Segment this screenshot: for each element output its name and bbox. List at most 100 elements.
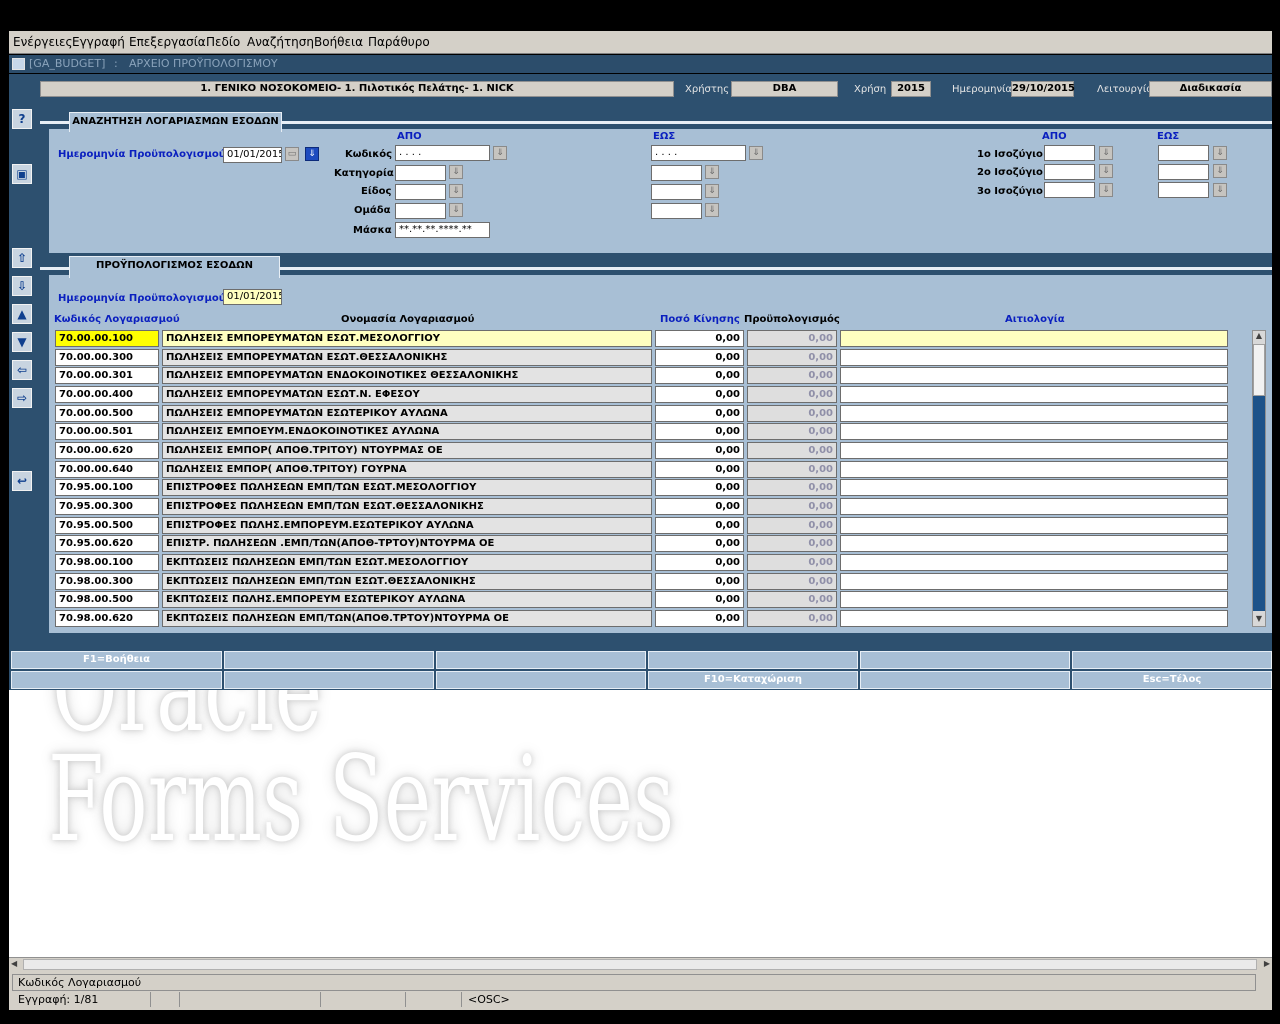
budget-cell[interactable]: 0,00 <box>747 591 837 608</box>
account-name-cell[interactable]: ΕΠΙΣΤΡΟΦΕΣ ΠΩΛΗΣ.ΕΜΠΟΡΕΥΜ.ΕΣΩΤΕΡΙΚΟΥ ΑΥΛ… <box>162 517 652 534</box>
account-name-cell[interactable]: ΠΩΛΗΣΕΙΣ ΕΜΠΟΡΕΥΜΑΤΩΝ ΕΝΔΟΚΟΙΝΟΤΙΚΕΣ ΘΕΣ… <box>162 367 652 384</box>
amount-cell[interactable]: 0,00 <box>655 498 744 515</box>
group-from-input[interactable] <box>395 203 446 219</box>
bal3-to-input[interactable] <box>1158 182 1209 198</box>
amount-cell[interactable]: 0,00 <box>655 573 744 590</box>
amount-cell[interactable]: 0,00 <box>655 442 744 459</box>
budget-date-input[interactable]: 01/01/2015 <box>223 289 282 305</box>
budget-cell[interactable]: 0,00 <box>747 461 837 478</box>
account-code-cell[interactable]: 70.00.00.620 <box>55 442 159 459</box>
mask-input[interactable]: **.**.**.****.** <box>395 222 490 238</box>
budget-cell[interactable]: 0,00 <box>747 479 837 496</box>
next-record-button[interactable]: ▼ <box>12 332 32 352</box>
fkey-empty-5[interactable] <box>1072 651 1272 669</box>
account-code-cell[interactable]: 70.00.00.501 <box>55 423 159 440</box>
fkey-empty-7[interactable] <box>224 671 434 689</box>
account-code-cell[interactable]: 70.00.00.500 <box>55 405 159 422</box>
bal3-to-lov[interactable]: ⇓ <box>1213 183 1227 197</box>
group-to-lov[interactable]: ⇓ <box>705 203 719 217</box>
description-cell[interactable] <box>840 349 1228 366</box>
category-from-input[interactable] <box>395 165 446 181</box>
amount-cell[interactable]: 0,00 <box>655 423 744 440</box>
account-code-cell[interactable]: 70.98.00.300 <box>55 573 159 590</box>
account-code-cell[interactable]: 70.98.00.620 <box>55 610 159 627</box>
account-name-cell[interactable]: ΠΩΛΗΣΕΙΣ ΕΜΠΟΡΕΥΜΑΤΩΝ ΕΣΩΤ.ΘΕΣΣΑΛΟΝΙΚΗΣ <box>162 349 652 366</box>
description-cell[interactable] <box>840 367 1228 384</box>
table-scrollbar[interactable]: ▲ ▼ <box>1252 330 1266 627</box>
budget-cell[interactable]: 0,00 <box>747 610 837 627</box>
account-name-cell[interactable]: ΠΩΛΗΣΕΙΣ ΕΜΠΟΡΕΥΜΑΤΩΝ ΕΣΩΤΕΡΙΚΟΥ ΑΥΛΩΝΑ <box>162 405 652 422</box>
description-cell[interactable] <box>840 423 1228 440</box>
amount-cell[interactable]: 0,00 <box>655 610 744 627</box>
account-name-cell[interactable]: ΠΩΛΗΣΕΙΣ ΕΜΠΟΡΕΥΜΑΤΩΝ ΕΣΩΤ.ΜΕΣΟΛΟΓΓΙΟΥ <box>162 330 652 347</box>
first-record-button[interactable]: ⇧ <box>12 248 32 268</box>
account-code-cell[interactable]: 70.00.00.100 <box>55 330 159 347</box>
f1-help-button[interactable]: F1=Βοήθεια <box>11 651 222 669</box>
fkey-empty-6[interactable] <box>11 671 222 689</box>
account-name-cell[interactable]: ΠΩΛΗΣΕΙΣ ΕΜΠΟΡΕΥΜΑΤΩΝ ΕΣΩΤ.Ν. ΕΦΕΣΟΥ <box>162 386 652 403</box>
account-code-cell[interactable]: 70.95.00.300 <box>55 498 159 515</box>
budget-cell[interactable]: 0,00 <box>747 535 837 552</box>
account-code-cell[interactable]: 70.95.00.100 <box>55 479 159 496</box>
budget-cell[interactable]: 0,00 <box>747 405 837 422</box>
category-to-lov[interactable]: ⇓ <box>705 165 719 179</box>
description-cell[interactable] <box>840 405 1228 422</box>
account-code-cell[interactable]: 70.98.00.500 <box>55 591 159 608</box>
tab-search[interactable]: ΑΝΑΖΗΤΗΣΗ ΛΟΓΑΡΙΑΣΜΩΝ ΕΣΟΔΩΝ <box>69 112 282 132</box>
description-cell[interactable] <box>840 498 1228 515</box>
menu-field[interactable]: Πεδίο <box>206 35 240 49</box>
code-to-lov[interactable]: ⇓ <box>749 146 763 160</box>
bal3-from-lov[interactable]: ⇓ <box>1099 183 1113 197</box>
calendar-button[interactable]: ▭ <box>285 147 299 161</box>
description-cell[interactable] <box>840 535 1228 552</box>
menu-search[interactable]: Αναζήτηση <box>247 35 314 49</box>
previous-block-button[interactable]: ⇦ <box>12 360 32 380</box>
bal2-from-input[interactable] <box>1044 164 1095 180</box>
amount-cell[interactable]: 0,00 <box>655 461 744 478</box>
budget-cell[interactable]: 0,00 <box>747 367 837 384</box>
budget-cell[interactable]: 0,00 <box>747 517 837 534</box>
amount-cell[interactable]: 0,00 <box>655 367 744 384</box>
fkey-empty-3[interactable] <box>648 651 858 669</box>
last-record-button[interactable]: ⇩ <box>12 276 32 296</box>
scroll-right-icon[interactable]: ▶ <box>1264 959 1270 968</box>
group-to-input[interactable] <box>651 203 702 219</box>
search-execute-button[interactable]: ⇓ <box>305 147 319 161</box>
bal2-to-input[interactable] <box>1158 164 1209 180</box>
description-cell[interactable] <box>840 573 1228 590</box>
scroll-down-icon[interactable]: ▼ <box>1253 614 1265 626</box>
horizontal-scrollbar[interactable]: ◀ ▶ <box>9 957 1272 971</box>
budget-cell[interactable]: 0,00 <box>747 442 837 459</box>
scroll-left-icon[interactable]: ◀ <box>11 959 17 968</box>
bal1-to-lov[interactable]: ⇓ <box>1213 146 1227 160</box>
save-button[interactable]: ▣ <box>12 164 32 184</box>
code-from-input[interactable]: . . . . <box>395 145 490 161</box>
amount-cell[interactable]: 0,00 <box>655 591 744 608</box>
code-from-lov[interactable]: ⇓ <box>493 146 507 160</box>
amount-cell[interactable]: 0,00 <box>655 517 744 534</box>
account-code-cell[interactable]: 70.00.00.640 <box>55 461 159 478</box>
category-to-input[interactable] <box>651 165 702 181</box>
bal2-from-lov[interactable]: ⇓ <box>1099 164 1113 178</box>
account-name-cell[interactable]: ΕΚΠΤΩΣΕΙΣ ΠΩΛΗΣΕΩΝ ΕΜΠ/ΤΩΝ ΕΣΩΤ.ΘΕΣΣΑΛΟΝ… <box>162 573 652 590</box>
account-code-cell[interactable]: 70.00.00.300 <box>55 349 159 366</box>
kind-to-input[interactable] <box>651 184 702 200</box>
fkey-empty-4[interactable] <box>860 651 1070 669</box>
description-cell[interactable] <box>840 386 1228 403</box>
exit-button[interactable]: ↩ <box>12 471 32 491</box>
tab-budget[interactable]: ΠΡΟΫΠΟΛΟΓΙΣΜΟΣ ΕΣΟΔΩΝ <box>69 256 280 278</box>
amount-cell[interactable]: 0,00 <box>655 479 744 496</box>
category-from-lov[interactable]: ⇓ <box>449 165 463 179</box>
budget-cell[interactable]: 0,00 <box>747 498 837 515</box>
code-to-input[interactable]: . . . . <box>651 145 746 161</box>
menu-edit[interactable]: Επεξεργασία <box>129 35 206 49</box>
fkey-empty-1[interactable] <box>224 651 434 669</box>
account-code-cell[interactable]: 70.95.00.620 <box>55 535 159 552</box>
account-name-cell[interactable]: ΕΚΠΤΩΣΕΙΣ ΠΩΛΗΣΕΩΝ ΕΜΠ/ΤΩΝ ΕΣΩΤ.ΜΕΣΟΛΟΓΓ… <box>162 554 652 571</box>
description-cell[interactable] <box>840 461 1228 478</box>
budget-cell[interactable]: 0,00 <box>747 573 837 590</box>
scroll-up-icon[interactable]: ▲ <box>1253 331 1265 343</box>
account-code-cell[interactable]: 70.95.00.500 <box>55 517 159 534</box>
description-cell[interactable] <box>840 330 1228 347</box>
search-date-input[interactable]: 01/01/2015 <box>223 147 282 163</box>
